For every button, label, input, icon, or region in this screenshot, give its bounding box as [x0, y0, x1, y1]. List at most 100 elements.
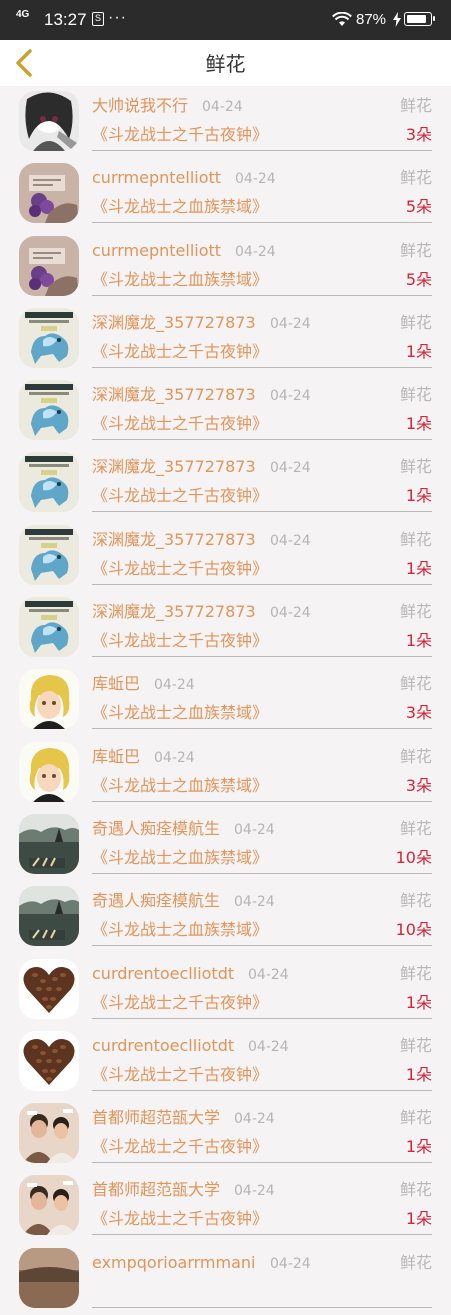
- user-name[interactable]: curdrentoeclliotdt: [92, 1035, 234, 1057]
- list-item[interactable]: curdrentoeclliotdt 04-24 鲜花 《斗龙战士之千古夜钟》 1朵: [0, 1026, 451, 1098]
- list-item[interactable]: 深渊魔龙_357727873 04-24 鲜花 《斗龙战士之千古夜钟》 1朵: [0, 375, 451, 447]
- gift-type: 鲜花: [399, 1252, 432, 1272]
- list-item[interactable]: currmepntelliott 04-24 鲜花 《斗龙战士之血族禁域》 5朵: [0, 231, 451, 303]
- gift-date: 04-24: [235, 243, 276, 260]
- list-item[interactable]: 深渊魔龙_357727873 04-24 鲜花 《斗龙战士之千古夜钟》 1朵: [0, 520, 451, 592]
- list-item[interactable]: 大帅说我不行 04-24 鲜花 《斗龙战士之千古夜钟》 3朵: [0, 86, 451, 158]
- flower-count: 10朵: [395, 920, 432, 940]
- avatar[interactable]: [19, 597, 79, 658]
- book-title[interactable]: 《斗龙战士之千古夜钟》: [92, 484, 268, 508]
- book-title[interactable]: 《斗龙战士之血族禁域》: [92, 846, 268, 870]
- user-name[interactable]: currmepntelliott: [92, 240, 221, 262]
- gift-date: 04-24: [154, 677, 195, 694]
- user-name[interactable]: 深渊魔龙_357727873: [92, 312, 256, 334]
- list-item[interactable]: 深渊魔龙_357727873 04-24 鲜花 《斗龙战士之千古夜钟》 1朵: [0, 592, 451, 664]
- book-title[interactable]: 《斗龙战士之千古夜钟》: [92, 412, 268, 436]
- book-title[interactable]: 《斗龙战士之血族禁域》: [92, 268, 268, 292]
- user-name[interactable]: 深渊魔龙_357727873: [92, 529, 256, 551]
- book-title[interactable]: 《斗龙战士之千古夜钟》: [92, 557, 268, 581]
- avatar[interactable]: [19, 524, 79, 585]
- divider: [92, 1017, 432, 1019]
- book-title[interactable]: 《斗龙战士之血族禁域》: [92, 774, 268, 798]
- gift-date: 04-24: [270, 1255, 311, 1272]
- list-item[interactable]: 深渊魔龙_357727873 04-24 鲜花 《斗龙战士之千古夜钟》 1朵: [0, 447, 451, 519]
- avatar[interactable]: [19, 1030, 79, 1091]
- list-item[interactable]: 首都师超范瓿大学 04-24 鲜花 《斗龙战士之千古夜钟》 1朵: [0, 1170, 451, 1242]
- list-item[interactable]: 库蚯巴 04-24 鲜花《斗龙战士之血族禁域》 3朵: [0, 664, 451, 736]
- avatar[interactable]: [19, 235, 79, 296]
- book-title[interactable]: 《斗龙战士之血族禁域》: [92, 918, 268, 942]
- divider: [92, 1306, 432, 1308]
- book-title[interactable]: 《斗龙战士之千古夜钟》: [92, 991, 268, 1015]
- user-name[interactable]: 首都师超范瓿大学: [92, 1107, 220, 1129]
- list-item[interactable]: 首都师超范瓿大学 04-24 鲜花 《斗龙战士之千古夜钟》 1朵: [0, 1098, 451, 1170]
- book-title[interactable]: 《斗龙战士之千古夜钟》: [92, 340, 268, 364]
- avatar[interactable]: [19, 91, 79, 151]
- user-name[interactable]: 大帅说我不行: [92, 95, 188, 117]
- flower-count: 1朵: [405, 1064, 432, 1084]
- book-title[interactable]: 《斗龙战士之血族禁域》: [92, 701, 268, 725]
- avatar[interactable]: [19, 307, 79, 368]
- user-name[interactable]: 深渊魔龙_357727873: [92, 384, 256, 406]
- gift-type: 鲜花: [399, 457, 432, 477]
- avatar[interactable]: [19, 380, 79, 441]
- list-item[interactable]: currmepntelliott 04-24 鲜花 《斗龙战士之血族禁域》 5朵: [0, 158, 451, 230]
- divider: [92, 1234, 432, 1236]
- book-title[interactable]: 《斗龙战士之千古夜钟》: [92, 123, 268, 147]
- user-name[interactable]: 库蚯巴: [92, 746, 140, 768]
- user-name[interactable]: 奇遇人痴痊模航生: [92, 818, 220, 840]
- page-title: 鲜花: [205, 52, 246, 76]
- flower-count: 3朵: [405, 703, 432, 723]
- book-title[interactable]: 《斗龙战士之千古夜钟》: [92, 1207, 268, 1231]
- gift-type: 鲜花: [399, 602, 432, 622]
- avatar[interactable]: [19, 1247, 79, 1308]
- list-item[interactable]: 奇遇人痴痊模航生 04-24 鲜花 《斗龙战士之血族禁域》 10朵: [0, 809, 451, 881]
- avatar[interactable]: [19, 886, 79, 947]
- list-item[interactable]: 深渊魔龙_357727873 04-24 鲜花 《斗龙战士之千古夜钟》 1朵: [0, 303, 451, 375]
- sim-icon: S: [92, 12, 104, 26]
- gift-type: 鲜花: [399, 674, 432, 694]
- avatar[interactable]: [19, 669, 79, 730]
- battery-icon: [404, 12, 435, 26]
- list-item[interactable]: 奇遇人痴痊模航生 04-24 鲜花 《斗龙战士之血族禁域》 10朵: [0, 881, 451, 953]
- avatar[interactable]: [19, 741, 79, 802]
- gift-type: 鲜花: [399, 168, 432, 188]
- avatar[interactable]: [19, 163, 79, 224]
- gift-date: 04-24: [270, 315, 311, 332]
- book-title[interactable]: 《斗龙战士之千古夜钟》: [92, 1135, 268, 1159]
- gift-date: 04-24: [270, 388, 311, 405]
- user-name[interactable]: currmepntelliott: [92, 167, 221, 189]
- divider: [92, 872, 432, 874]
- book-title[interactable]: 《斗龙战士之千古夜钟》: [92, 629, 268, 653]
- user-name[interactable]: 首都师超范瓿大学: [92, 1179, 220, 1201]
- divider: [92, 656, 432, 658]
- clock: 13:27: [44, 10, 87, 29]
- list-item[interactable]: exmpqorioarrmmani 04-24 鲜花: [0, 1243, 451, 1315]
- book-title[interactable]: 《斗龙战士之千古夜钟》: [92, 1063, 268, 1087]
- gift-date: 04-24: [270, 532, 311, 549]
- avatar[interactable]: [19, 813, 79, 874]
- user-name[interactable]: 深渊魔龙_357727873: [92, 456, 256, 478]
- user-name[interactable]: 奇遇人痴痊模航生: [92, 890, 220, 912]
- gift-date: 04-24: [234, 1183, 275, 1200]
- gift-date: 04-24: [234, 1111, 275, 1128]
- avatar[interactable]: [19, 452, 79, 513]
- user-name[interactable]: 库蚯巴: [92, 673, 140, 695]
- flower-count: 1朵: [405, 341, 432, 361]
- divider: [92, 294, 432, 296]
- list-item[interactable]: 库蚯巴 04-24 鲜花 《斗龙战士之血族禁域》 3朵: [0, 737, 451, 809]
- user-name[interactable]: curdrentoeclliotdt: [92, 963, 234, 985]
- avatar[interactable]: [19, 1175, 79, 1236]
- user-name[interactable]: exmpqorioarrmmani: [92, 1252, 256, 1274]
- more-notifications-icon: ···: [108, 9, 127, 26]
- signal-indicator: 4G: [16, 9, 30, 20]
- book-title[interactable]: 《斗龙战士之血族禁域》: [92, 195, 268, 219]
- gift-type: 鲜花: [399, 1180, 432, 1200]
- gift-type: 鲜花: [399, 891, 432, 911]
- avatar[interactable]: [19, 1103, 79, 1164]
- list-item[interactable]: curdrentoeclliotdt 04-24 鲜花 《斗龙战士之千古夜钟》 1朵: [0, 954, 451, 1026]
- divider: [92, 511, 432, 513]
- avatar[interactable]: [19, 958, 79, 1019]
- divider: [92, 728, 432, 730]
- user-name[interactable]: 深渊魔龙_357727873: [92, 601, 256, 623]
